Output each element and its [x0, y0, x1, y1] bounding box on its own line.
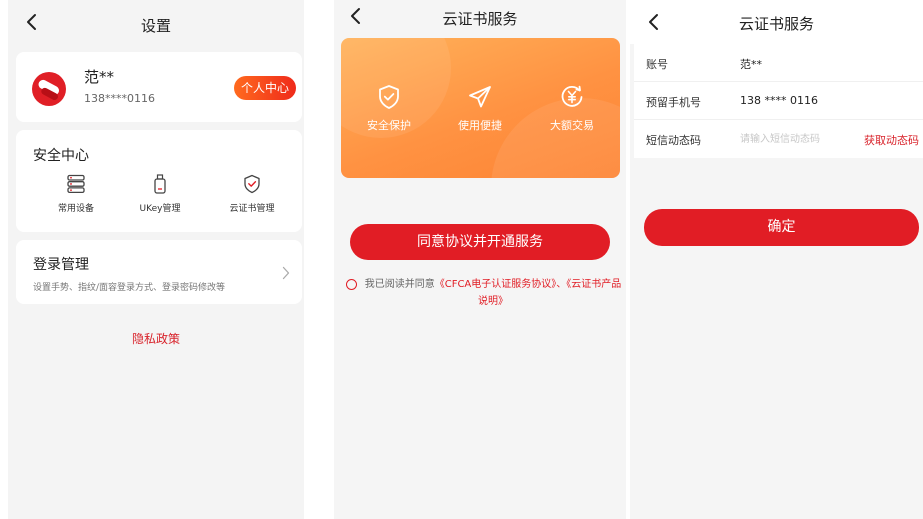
feature-banner: 安全保护 使用便捷 大额交易	[341, 38, 620, 178]
agreement-separator: 、	[556, 279, 567, 290]
ukey-icon	[154, 174, 166, 194]
privacy-policy-link[interactable]: 隐私政策	[8, 330, 304, 347]
avatar[interactable]	[32, 72, 66, 106]
paper-plane-icon	[469, 86, 491, 108]
phone-label: 预留手机号	[646, 96, 701, 109]
agreement-text: 我已阅读并同意《CFCA电子认证服务协议》、《云证书产品说明》	[346, 276, 622, 310]
settings-nav-bar: 设置	[8, 0, 304, 44]
personal-center-button[interactable]: 个人中心	[234, 76, 296, 100]
feature-large-transaction-label: 大额交易	[550, 119, 594, 132]
cloud-cert-intro-screen: 云证书服务 安全保护 使用便捷 大额交易 同意协议并开通服务 我已阅读并同意《C…	[334, 0, 626, 519]
chevron-right-icon	[282, 266, 290, 280]
login-management-desc: 设置手势、指纹/面容登录方式、登录密码修改等	[33, 283, 226, 293]
feature-large-transaction: 大额交易	[532, 84, 612, 133]
cfca-agreement-link[interactable]: 《CFCA电子认证服务协议》	[435, 279, 557, 290]
sms-code-input[interactable]	[740, 129, 856, 149]
user-name: 范**	[84, 68, 115, 86]
sms-code-label: 短信动态码	[646, 134, 701, 147]
security-center-card: 安全中心 常用设备 UKey管理 云证书管理	[16, 130, 302, 232]
device-icon	[67, 174, 85, 194]
shield-check-icon	[379, 85, 399, 109]
cloud-cert-verify-screen: 云证书服务 账号 范** 预留手机号 138 **** 0116 短信动态码 获…	[630, 0, 923, 519]
feature-security-label: 安全保护	[367, 119, 411, 132]
shield-check-icon	[244, 174, 260, 194]
cloud-cert-management-item[interactable]: 云证书管理	[212, 174, 292, 214]
settings-screen: 设置 范** 138****0116 个人中心 安全中心 常用设备 UKey管理…	[8, 0, 304, 519]
account-row: 账号 范**	[634, 44, 923, 82]
user-card: 范** 138****0116 个人中心	[16, 52, 302, 122]
account-value: 范**	[740, 58, 762, 71]
feature-convenient: 使用便捷	[440, 84, 520, 133]
common-devices-item[interactable]: 常用设备	[36, 174, 116, 214]
cloud-cert-nav-bar: 云证书服务	[334, 0, 626, 36]
agreement-prefix: 我已阅读并同意	[364, 279, 435, 290]
user-phone: 138****0116	[84, 92, 155, 105]
login-management-title: 登录管理	[33, 257, 89, 273]
confirm-button[interactable]: 确定	[644, 209, 919, 246]
sms-code-row: 短信动态码 获取动态码	[634, 120, 923, 158]
agree-and-activate-button[interactable]: 同意协议并开通服务	[350, 224, 610, 260]
cert-form-nav-bar: 云证书服务	[630, 0, 923, 44]
page-title: 云证书服务	[738, 15, 814, 33]
get-code-button[interactable]: 获取动态码	[864, 132, 919, 148]
login-management-row[interactable]: 登录管理 设置手势、指纹/面容登录方式、登录密码修改等	[16, 240, 302, 304]
phone-row: 预留手机号 138 **** 0116	[634, 82, 923, 120]
page-title: 云证书服务	[442, 10, 518, 28]
feature-convenient-label: 使用便捷	[458, 119, 502, 132]
security-center-title: 安全中心	[33, 148, 89, 164]
ukey-management-label: UKey管理	[139, 204, 181, 214]
cloud-cert-management-label: 云证书管理	[229, 204, 275, 214]
common-devices-label: 常用设备	[57, 204, 94, 214]
feature-security: 安全保护	[349, 84, 429, 133]
account-label: 账号	[646, 58, 668, 71]
yuan-refresh-icon	[561, 85, 583, 107]
page-title: 设置	[140, 17, 171, 35]
phone-value: 138 **** 0116	[740, 94, 818, 107]
agreement-row: 我已阅读并同意《CFCA电子认证服务协议》、《云证书产品说明》	[346, 276, 622, 310]
agreement-radio[interactable]	[346, 279, 357, 290]
cert-form: 账号 范** 预留手机号 138 **** 0116 短信动态码 获取动态码	[634, 44, 923, 158]
avatar-logo-icon	[38, 79, 60, 100]
ukey-management-item[interactable]: UKey管理	[120, 174, 200, 214]
